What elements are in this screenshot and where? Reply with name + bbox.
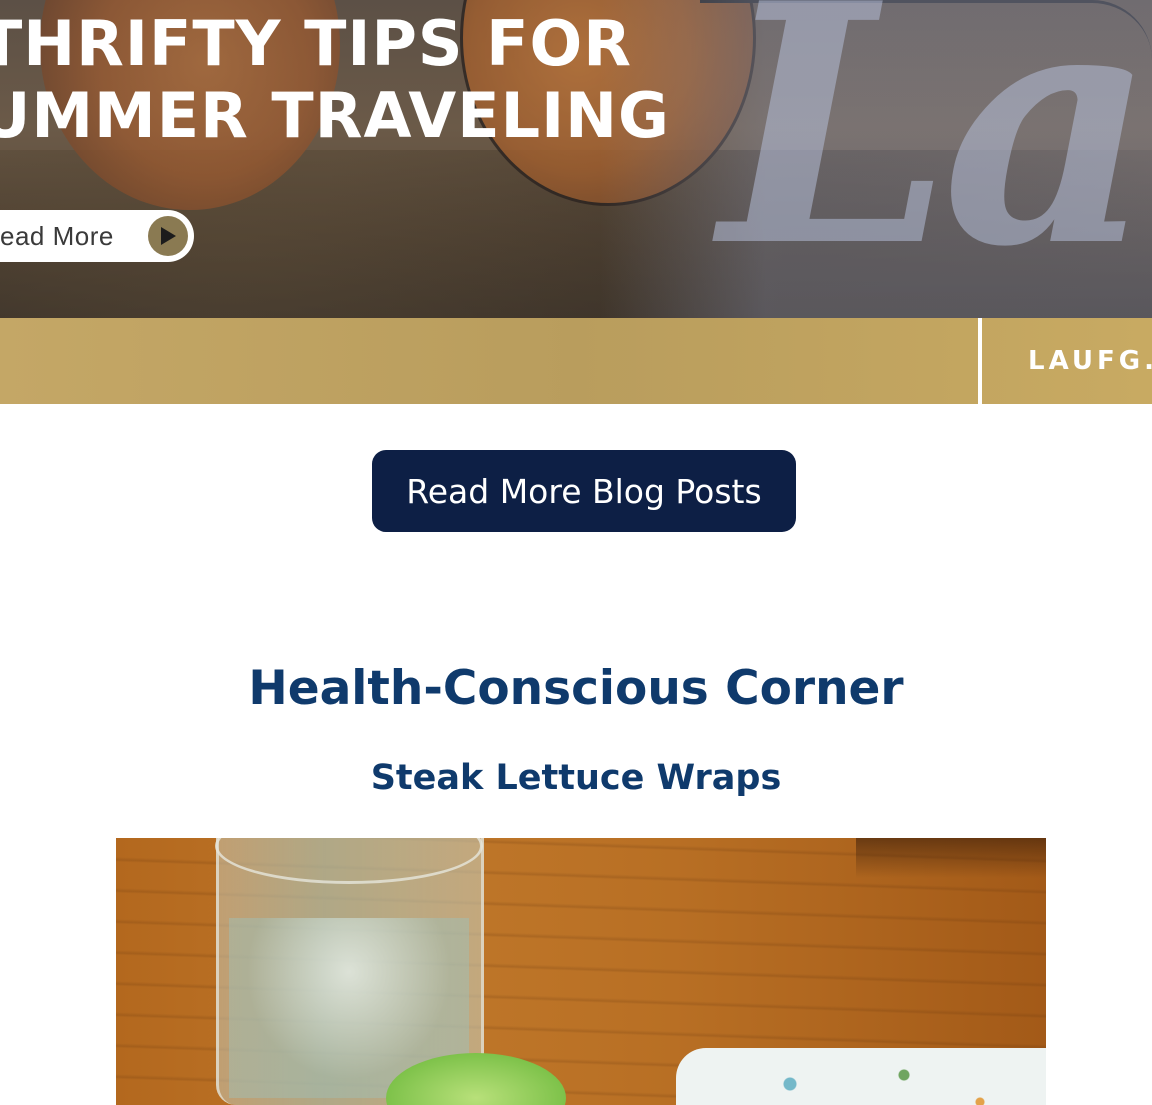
- read-more-label: ead More: [0, 220, 114, 251]
- read-more-link[interactable]: ead More: [0, 210, 194, 262]
- section-title: Health-Conscious Corner: [248, 661, 904, 716]
- hero-title-line-1: THRIFTY TIPS FOR: [0, 7, 632, 80]
- play-icon: [148, 216, 188, 256]
- recipe-photo: [116, 838, 1046, 1105]
- photo-shadow: [856, 838, 1046, 878]
- recipe-title: Steak Lettuce Wraps: [370, 758, 782, 798]
- hero-title-line-2: UMMER TRAVELING: [0, 79, 670, 152]
- patterned-napkin: [676, 1048, 1046, 1105]
- site-url-text[interactable]: LAUFG.: [1028, 346, 1152, 376]
- hero-banner: Lau THRIFTY TIPS FOR UMMER TRAVELING ead…: [0, 0, 1152, 318]
- gold-footer-bar: LAUFG.: [0, 318, 1152, 404]
- hero-title: THRIFTY TIPS FOR UMMER TRAVELING: [0, 8, 670, 152]
- read-more-blog-posts-button[interactable]: Read More Blog Posts: [372, 450, 796, 532]
- logo-script-text: Lau: [720, 0, 1152, 318]
- glass-rim: [215, 838, 483, 884]
- gold-bar-divider: [978, 318, 982, 404]
